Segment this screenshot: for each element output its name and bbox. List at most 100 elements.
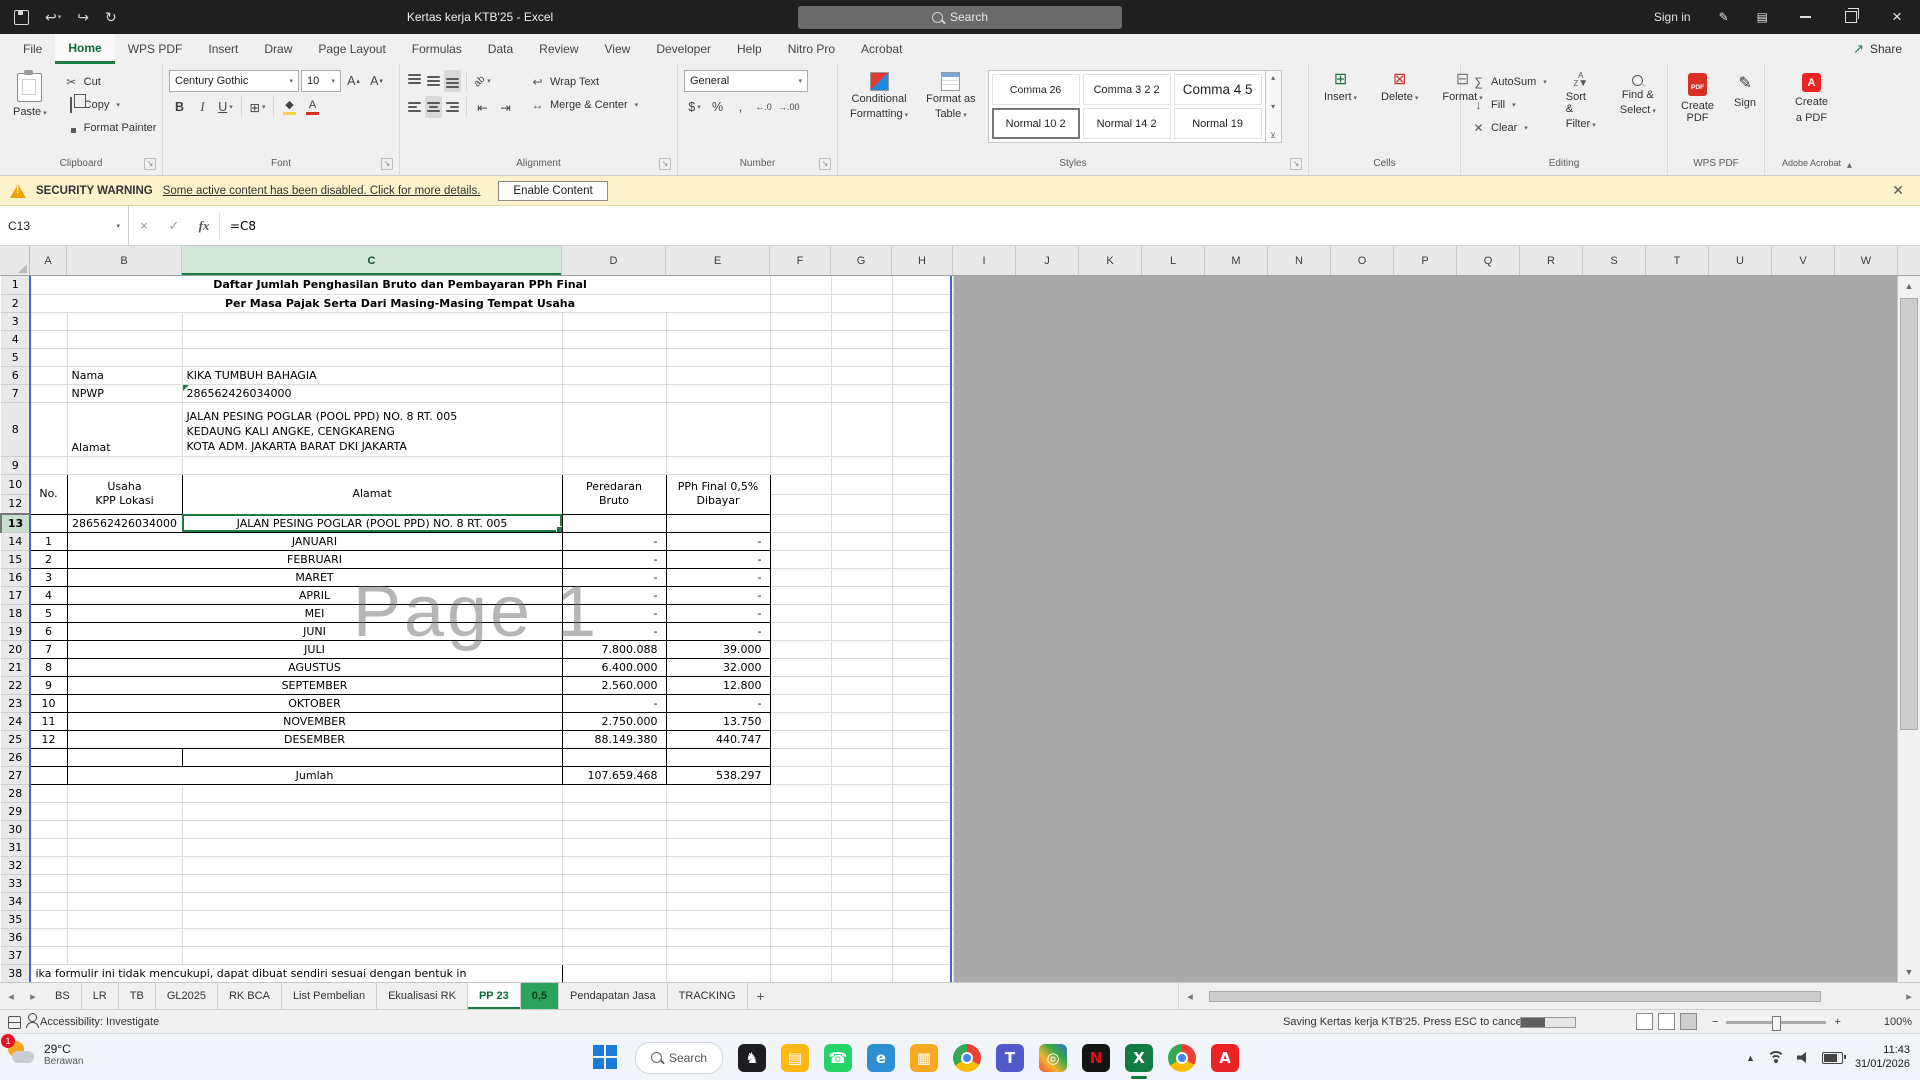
cell[interactable] (30, 402, 67, 456)
total-bruto[interactable]: 107.659.468 (562, 766, 666, 784)
cell[interactable] (182, 928, 562, 946)
cell[interactable] (666, 348, 770, 366)
macro-status-icon[interactable] (8, 1016, 21, 1029)
insert-cells-button[interactable]: ⊞Insert▾ (1315, 70, 1366, 105)
column-header-S[interactable]: S (1583, 246, 1646, 275)
cell[interactable] (67, 910, 182, 928)
cell[interactable] (182, 892, 562, 910)
column-header-G[interactable]: G (831, 246, 892, 275)
cell[interactable] (770, 550, 831, 568)
scroll-left-icon[interactable]: ◂ (1179, 990, 1201, 1003)
month-name[interactable]: DESEMBER (67, 730, 562, 748)
total-pph[interactable]: 538.297 (666, 766, 770, 784)
zoom-slider-thumb[interactable] (1772, 1016, 1781, 1031)
cell[interactable] (892, 402, 953, 456)
cell[interactable] (892, 550, 953, 568)
align-left-icon[interactable] (406, 96, 423, 118)
column-header-R[interactable]: R (1520, 246, 1583, 275)
gallery-scroll[interactable]: ▴▾⊻ (1266, 70, 1282, 143)
cell[interactable] (770, 312, 831, 330)
new-sheet-button[interactable]: + (748, 983, 774, 1009)
month-name[interactable]: FEBRUARI (67, 550, 562, 568)
align-center-icon[interactable] (425, 96, 442, 118)
cell[interactable] (831, 330, 892, 348)
month-bruto[interactable]: 88.149.380 (562, 730, 666, 748)
sheet-tab-tb[interactable]: TB (119, 983, 156, 1009)
taskbar-folder-icon[interactable]: ▦ (910, 1044, 938, 1072)
find-select-button[interactable]: Find & Select▾ (1611, 70, 1665, 118)
cell[interactable] (770, 784, 831, 802)
titlebar-search[interactable]: Search (798, 6, 1122, 29)
cell[interactable] (67, 312, 182, 330)
month-no[interactable]: 12 (30, 730, 67, 748)
page-break-preview-button[interactable] (1680, 1013, 1697, 1030)
bottom-align-icon[interactable] (444, 70, 461, 92)
month-bruto[interactable]: - (562, 604, 666, 622)
cell[interactable] (892, 802, 953, 820)
taskbar-edge-icon[interactable]: e (867, 1044, 895, 1072)
column-header-H[interactable]: H (892, 246, 953, 275)
cell-style-item[interactable]: Comma 3 2 2 (1083, 74, 1171, 105)
dismiss-warning-icon[interactable]: ✕ (1876, 182, 1920, 199)
cell[interactable] (182, 784, 562, 802)
row-header-2[interactable]: 2 (1, 294, 30, 312)
cell[interactable] (831, 676, 892, 694)
page-layout-view-button[interactable] (1658, 1013, 1675, 1030)
ribbon-display-options-icon[interactable]: ▤ (1743, 0, 1782, 34)
cell[interactable] (770, 892, 831, 910)
cell[interactable] (770, 946, 831, 964)
cell[interactable] (30, 366, 67, 384)
cell[interactable] (892, 276, 953, 294)
row-header-6[interactable]: 6 (1, 366, 30, 384)
cell[interactable] (770, 348, 831, 366)
sign-button[interactable]: ✎ Sign (1727, 70, 1763, 112)
th-no[interactable]: No. (30, 474, 67, 514)
npwp-label[interactable]: NPWP (67, 384, 182, 402)
cell[interactable] (770, 402, 831, 456)
delete-cells-button[interactable]: ⊠Delete▾ (1372, 70, 1427, 105)
row-header-16[interactable]: 16 (1, 568, 30, 586)
cell[interactable] (831, 276, 892, 294)
month-bruto[interactable]: - (562, 532, 666, 550)
cell[interactable] (30, 874, 67, 892)
cell[interactable] (30, 348, 67, 366)
npwp-value[interactable]: 286562426034000 (182, 384, 562, 402)
ribbon-tab-data[interactable]: Data (475, 34, 526, 64)
insert-function-icon[interactable]: fx (189, 206, 219, 245)
cell[interactable] (182, 456, 562, 474)
cell[interactable] (831, 892, 892, 910)
tray-expand-icon[interactable]: ▲ (1746, 1053, 1755, 1063)
row-header-3[interactable]: 3 (1, 312, 30, 330)
cell[interactable] (831, 622, 892, 640)
clear-button[interactable]: ✕Clear▾ (1467, 116, 1551, 139)
month-bruto[interactable]: 2.750.000 (562, 712, 666, 730)
collapse-ribbon-icon[interactable]: ▴ (1847, 160, 1852, 171)
alamat-value[interactable]: JALAN PESING POGLAR (POOL PPD) NO. 8 RT.… (182, 402, 562, 456)
horizontal-scroll-thumb[interactable] (1209, 991, 1821, 1002)
underline-button[interactable]: U▾ (215, 96, 236, 118)
taskbar-chrome-icon[interactable] (953, 1044, 981, 1072)
nama-label[interactable]: Nama (67, 366, 182, 384)
cell[interactable] (562, 456, 666, 474)
row-header-1[interactable]: 1 (1, 276, 30, 294)
month-no[interactable]: 4 (30, 586, 67, 604)
ribbon-tab-wps-pdf[interactable]: WPS PDF (115, 34, 196, 64)
cell[interactable] (30, 456, 67, 474)
cell[interactable] (831, 640, 892, 658)
row-header-26[interactable]: 26 (1, 748, 30, 766)
taskbar-whatsapp-icon[interactable]: ☎ (824, 1044, 852, 1072)
cell[interactable] (831, 658, 892, 676)
row-header-17[interactable]: 17 (1, 586, 30, 604)
fill-color-icon[interactable]: ◆ (279, 96, 300, 118)
month-no[interactable]: 10 (30, 694, 67, 712)
cell[interactable] (30, 856, 67, 874)
cell[interactable] (30, 802, 67, 820)
cell[interactable] (562, 946, 666, 964)
cell[interactable] (67, 946, 182, 964)
customize-quick-access-icon[interactable]: ↻ (105, 9, 117, 26)
selected-cell-C13[interactable]: JALAN PESING POGLAR (POOL PPD) NO. 8 RT.… (182, 514, 562, 532)
cell[interactable] (831, 294, 892, 312)
decrease-indent-icon[interactable]: ⇤ (472, 96, 493, 118)
th-pph[interactable]: PPh Final 0,5%Dibayar (666, 474, 770, 514)
column-header-C[interactable]: C (182, 246, 562, 275)
